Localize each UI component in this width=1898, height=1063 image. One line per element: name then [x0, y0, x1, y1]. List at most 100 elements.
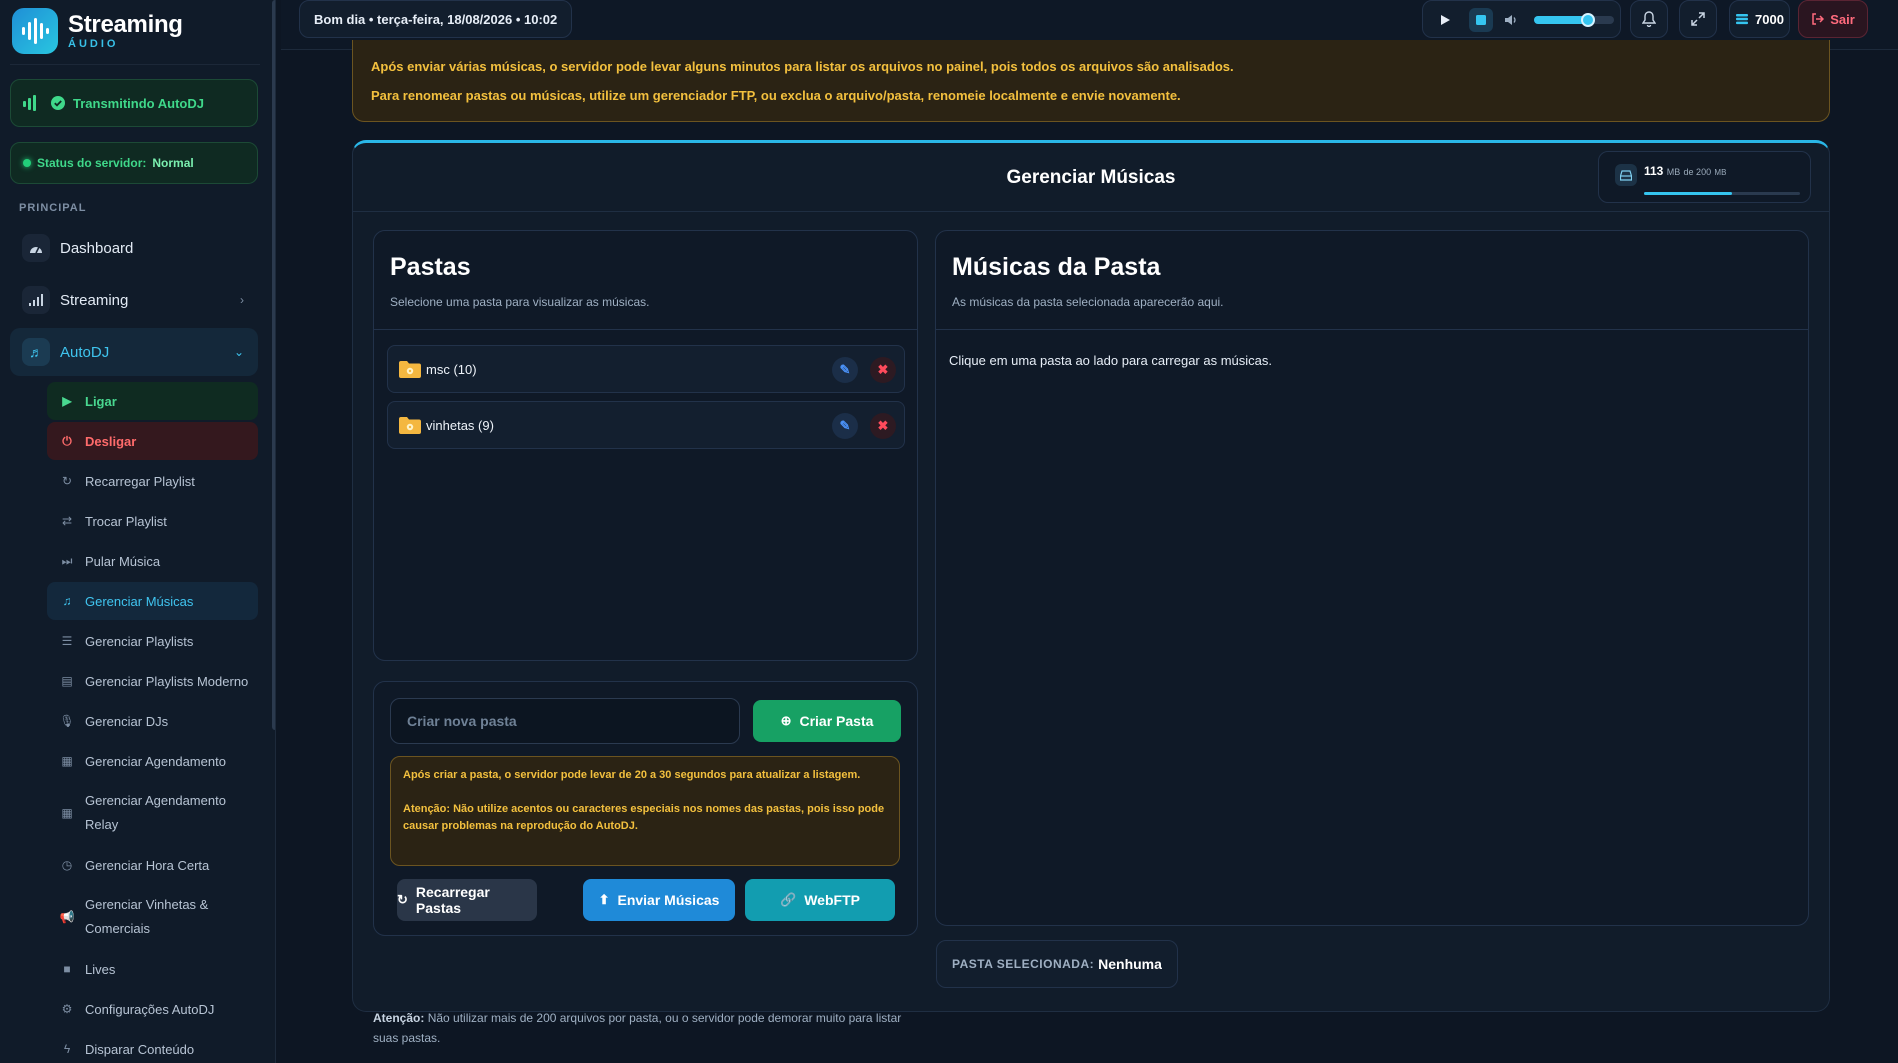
storage-total: de 200	[1683, 167, 1712, 177]
gauge-icon	[22, 234, 50, 262]
nav-autodj-label: AutoDJ	[60, 343, 110, 361]
note-text: Não utilizar mais de 200 arquivos por pa…	[373, 1011, 902, 1045]
sidebar-item-trocar-playlist[interactable]: ⇄ Trocar Playlist	[47, 502, 258, 540]
coins-icon	[1736, 14, 1749, 25]
sidebar-item-ligar[interactable]: ▶ Ligar	[47, 382, 258, 420]
sidebar-item-gerenciar-musicas[interactable]: ♫ Gerenciar Músicas	[47, 582, 258, 620]
volume-slider[interactable]	[1534, 13, 1614, 27]
server-status-value: Normal	[152, 156, 194, 170]
play-circle-icon: ▶	[62, 394, 72, 408]
sidebar-item-lives[interactable]: ■ Lives	[47, 950, 258, 988]
divider	[10, 64, 260, 65]
upload-songs-button[interactable]: ⬆ Enviar Músicas	[583, 879, 735, 921]
pencil-icon: ✎	[839, 418, 851, 433]
folder-label: msc (10)	[426, 361, 477, 377]
notifications-button[interactable]	[1630, 0, 1668, 38]
table-icon: ▤	[61, 674, 73, 688]
storage-progress-bar	[1644, 192, 1800, 195]
credits-badge[interactable]: 7000	[1729, 0, 1790, 38]
server-status: Status do servidor: Normal	[10, 142, 258, 184]
sidebar-item-label: Gerenciar Playlists	[85, 633, 194, 649]
sidebar-item-disparar-conteudo[interactable]: ϟ Disparar Conteúdo	[47, 1030, 258, 1063]
sidebar-item-gerenciar-vinhetas[interactable]: 📢 Gerenciar Vinhetas & Comerciais	[47, 890, 258, 944]
edit-folder-button[interactable]: ✎	[832, 413, 858, 439]
gear-icon: ⚙	[61, 1002, 73, 1016]
brand-subtitle: ÁUDIO	[68, 38, 119, 50]
audio-wave-logo-icon	[12, 8, 58, 54]
webftp-button[interactable]: 🔗 WebFTP	[745, 879, 895, 921]
brand-title: Streaming	[68, 11, 183, 38]
sidebar-item-gerenciar-djs[interactable]: 🎙 Gerenciar DJs	[47, 702, 258, 740]
storage-usage: 113 MB de 200 MB	[1598, 151, 1811, 203]
stop-button[interactable]	[1469, 8, 1493, 32]
swap-icon: ⇄	[61, 514, 73, 528]
upload-icon: ⬆	[598, 892, 610, 907]
edit-folder-button[interactable]: ✎	[832, 357, 858, 383]
sidebar-item-label: Desligar	[85, 433, 137, 449]
selected-folder-indicator: PASTA SELECIONADA: Nenhuma	[936, 940, 1178, 988]
sidebar-item-label: Configurações AutoDJ	[85, 1001, 215, 1017]
sidebar-item-gerenciar-playlists[interactable]: ☰ Gerenciar Playlists	[47, 622, 258, 660]
clock-icon: ◷	[61, 858, 73, 872]
nav-autodj[interactable]: ♬ AutoDJ ⌄	[10, 328, 258, 376]
delete-folder-button[interactable]: ✖	[870, 413, 896, 439]
upload-info-alert: Após enviar várias músicas, o servidor p…	[352, 40, 1830, 122]
sidebar-item-label: Gerenciar Músicas	[85, 593, 194, 609]
nav-dashboard-label: Dashboard	[60, 239, 134, 257]
refresh-icon: ↻	[61, 474, 73, 488]
check-circle-icon	[51, 96, 65, 110]
megaphone-icon: 📢	[59, 910, 75, 924]
create-folder-button[interactable]: ⊕ Criar Pasta	[753, 700, 901, 742]
sidebar-item-desligar[interactable]: ⏻ Desligar	[47, 422, 258, 460]
folder-item[interactable]: vinhetas (9) ✎ ✖	[387, 401, 905, 449]
webftp-label: WebFTP	[804, 892, 860, 908]
volume-slider-handle[interactable]	[1581, 13, 1596, 27]
list-icon: ☰	[61, 634, 73, 648]
sidebar-item-gerenciar-hora-certa[interactable]: ◷ Gerenciar Hora Certa	[47, 846, 258, 884]
delete-folder-button[interactable]: ✖	[870, 357, 896, 383]
sidebar-item-gerenciar-agendamento-relay[interactable]: ▦ Gerenciar Agendamento Relay	[47, 786, 258, 840]
autodj-live-status: Transmitindo AutoDJ	[10, 79, 258, 127]
sidebar-item-label: Ligar	[85, 393, 117, 409]
folder-label: vinhetas (9)	[426, 417, 494, 433]
sidebar-item-recarregar-playlist[interactable]: ↻ Recarregar Playlist	[47, 462, 258, 500]
video-icon: ■	[63, 962, 71, 976]
status-dot-icon	[23, 159, 31, 167]
play-button[interactable]	[1433, 8, 1457, 32]
selected-folder-label: PASTA SELECIONADA:	[952, 957, 1095, 971]
reload-folders-button[interactable]: ↻ Recarregar Pastas	[397, 879, 537, 921]
logout-button[interactable]: Sair	[1798, 0, 1868, 38]
sidebar-item-gerenciar-playlists-moderno[interactable]: ▤ Gerenciar Playlists Moderno	[47, 662, 258, 700]
skip-icon: ⏭	[61, 553, 73, 568]
volume-slider-fill	[1534, 16, 1589, 24]
sidebar-item-label: Gerenciar DJs	[85, 713, 169, 729]
sidebar-item-gerenciar-agendamento[interactable]: ▦ Gerenciar Agendamento	[47, 742, 258, 780]
sign-out-icon	[1812, 13, 1825, 25]
upload-songs-label: Enviar Músicas	[617, 892, 720, 908]
pencil-icon: ✎	[839, 362, 851, 377]
folder-warning: Após criar a pasta, o servidor pode leva…	[390, 756, 900, 866]
bell-icon	[1642, 11, 1656, 27]
storage-text: 113 MB de 200 MB	[1644, 164, 1726, 178]
sidebar-scrollbar[interactable]	[272, 0, 275, 730]
hard-drive-icon	[1615, 164, 1637, 186]
songs-subtitle: As músicas da pasta selecionada aparecer…	[952, 295, 1224, 309]
folder-item[interactable]: msc (10) ✎ ✖	[387, 345, 905, 393]
plus-circle-icon: ⊕	[780, 713, 792, 728]
nav-dashboard[interactable]: Dashboard	[10, 224, 258, 272]
sidebar-item-label: Pular Música	[85, 553, 161, 569]
brand[interactable]: Streaming ÁUDIO	[12, 6, 183, 56]
folders-box: Pastas Selecione uma pasta para visualiz…	[373, 230, 918, 661]
sidebar-item-label: Recarregar Playlist	[85, 473, 195, 489]
calendar-icon: ▦	[61, 806, 73, 820]
nav-streaming[interactable]: Streaming ›	[10, 276, 258, 324]
folder-icon	[398, 416, 422, 434]
sidebar-item-pular-musica[interactable]: ⏭ Pular Música	[47, 542, 258, 580]
expand-icon	[1691, 12, 1705, 26]
music-icon: ♫	[62, 594, 72, 608]
nav-streaming-label: Streaming	[60, 291, 129, 309]
new-folder-input[interactable]: Criar nova pasta	[390, 698, 740, 744]
fullscreen-button[interactable]	[1679, 0, 1717, 38]
sidebar-item-configuracoes-autodj[interactable]: ⚙ Configurações AutoDJ	[47, 990, 258, 1028]
link-icon: 🔗	[780, 892, 797, 907]
